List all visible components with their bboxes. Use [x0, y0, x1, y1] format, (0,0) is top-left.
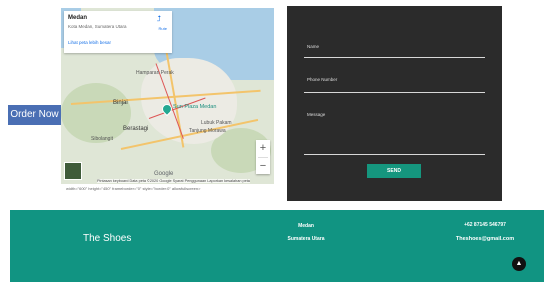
- name-label: Name: [307, 44, 320, 49]
- zoom-out-button[interactable]: −: [256, 158, 270, 175]
- map-embed[interactable]: Hamparan Perak Binjai Lubuk Pakam Sibola…: [61, 8, 274, 184]
- map-attribution[interactable]: Pintasan keyboard Data peta ©2020 Google…: [97, 179, 250, 183]
- name-field[interactable]: [304, 57, 485, 58]
- send-button[interactable]: SEND: [367, 164, 421, 178]
- phone-field[interactable]: [304, 92, 485, 93]
- scroll-to-top-icon[interactable]: ▲: [512, 257, 526, 271]
- google-logo: Google: [154, 171, 174, 177]
- zoom-in-button[interactable]: +: [256, 140, 270, 157]
- contact-form: Name Phone Number Message SEND: [287, 6, 502, 201]
- place-title: Medan: [68, 15, 88, 21]
- map-label: Tanjung Morawa: [189, 128, 226, 134]
- directions-label[interactable]: Rute: [159, 26, 167, 31]
- embed-code-text: width="600" height="450" frameborder="0"…: [66, 186, 201, 191]
- brand-name: The Shoes: [83, 233, 132, 244]
- zoom-controls: + −: [256, 140, 270, 174]
- footer-city: Medan: [298, 223, 314, 229]
- phone-label: Phone Number: [307, 77, 338, 82]
- satellite-toggle[interactable]: [64, 162, 82, 180]
- map-label: Binjai: [113, 100, 128, 106]
- footer: The Shoes Medan Sumatera Utara +62 87145…: [10, 210, 544, 282]
- map-label: Berastagi: [123, 126, 149, 132]
- map-label: Lubuk Pakam: [201, 120, 232, 126]
- map-green-area: [61, 83, 131, 143]
- message-field[interactable]: [304, 154, 485, 155]
- footer-province: Sumatera Utara: [287, 236, 325, 242]
- order-now-button[interactable]: Order Now: [8, 105, 61, 125]
- map-label: Hamparan Perak: [136, 70, 174, 76]
- view-larger-map-link[interactable]: Lihat peta lebih besar: [68, 40, 111, 45]
- footer-phone: +62 87145 546797: [464, 222, 506, 228]
- message-label: Message: [307, 112, 326, 117]
- directions-icon[interactable]: ⮥: [152, 15, 166, 23]
- map-label: Sibolangit: [91, 136, 113, 142]
- footer-email[interactable]: Theshoes@gmail.com: [430, 236, 540, 242]
- place-subtitle: Kota Medan, Sumatera Utara: [68, 24, 127, 29]
- poi-label[interactable]: Sun Plaza Medan: [173, 104, 216, 110]
- map-info-card: Medan Kota Medan, Sumatera Utara Lihat p…: [64, 11, 172, 53]
